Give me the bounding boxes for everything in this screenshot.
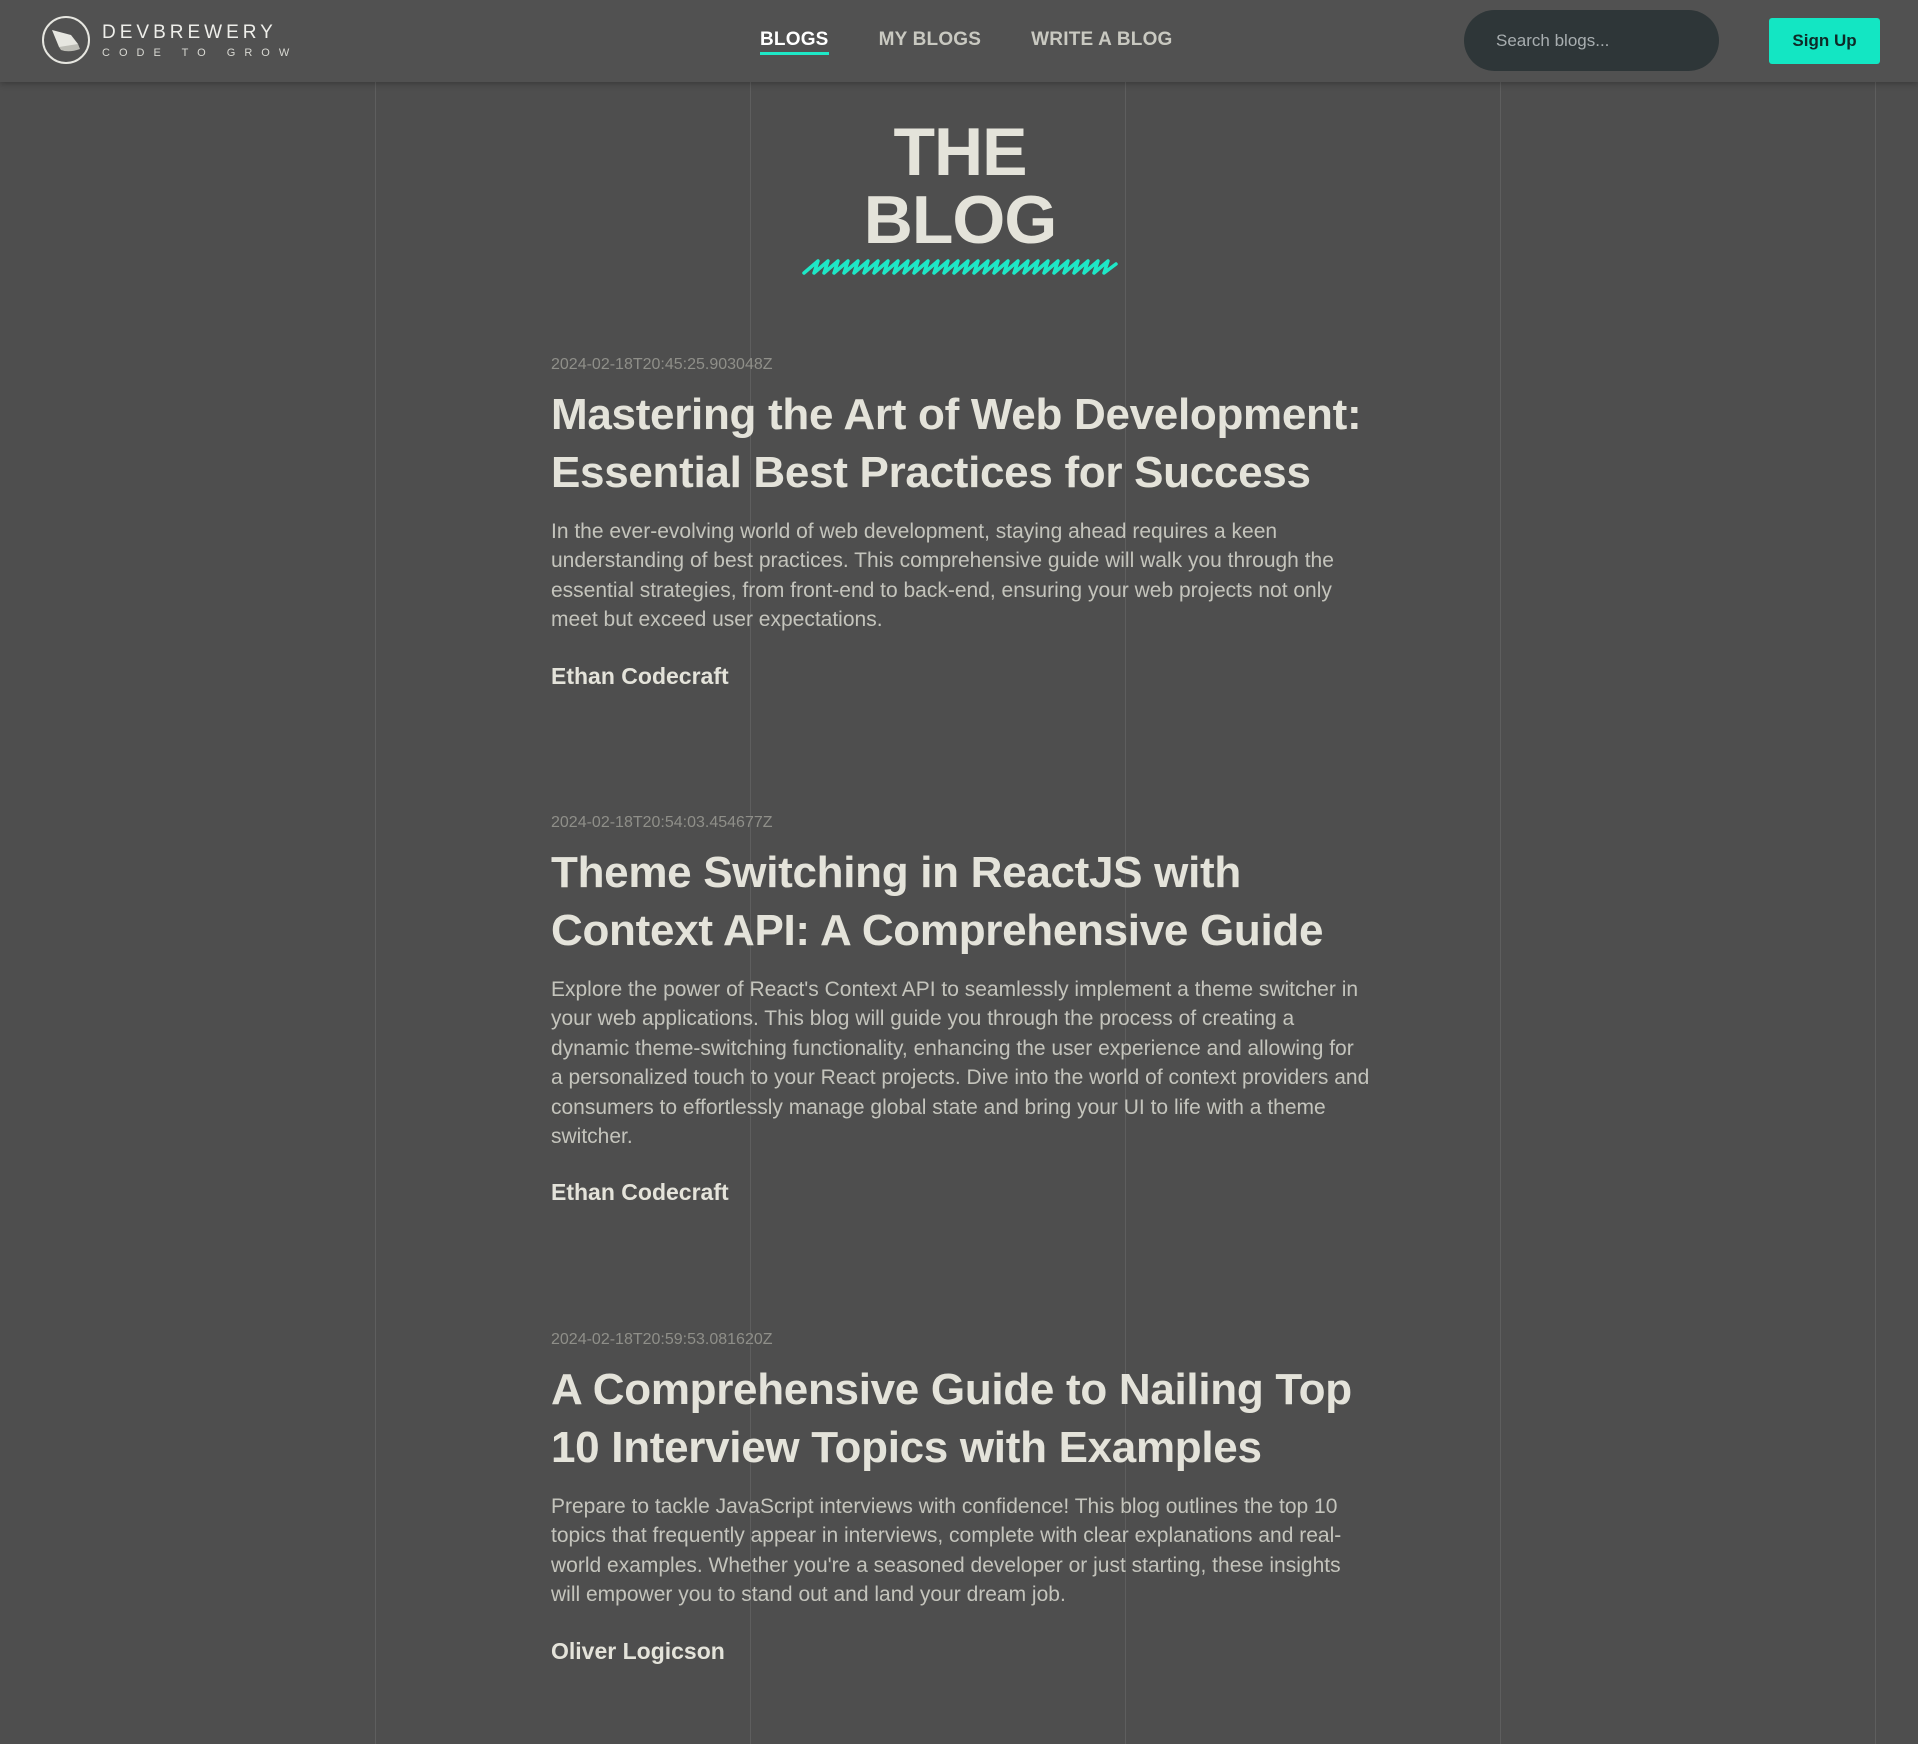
brand-logo[interactable]: DEVBREWERY CODE TO GROW: [42, 16, 298, 64]
post-author[interactable]: Oliver Logicson: [551, 1638, 1371, 1665]
post-author[interactable]: Ethan Codecraft: [551, 1179, 1371, 1206]
nav-write-blog-link[interactable]: WRITE A BLOG: [1031, 29, 1172, 55]
main-nav: BLOGS MY BLOGS WRITE A BLOG: [760, 29, 1173, 55]
post-title[interactable]: Mastering the Art of Web Development: Es…: [551, 386, 1371, 502]
main-content: THE BLOG 2024-02-18T20:45:25.903048Z Mas…: [0, 82, 1918, 1744]
title-squiggle-underline: [802, 259, 1118, 275]
page-title: THE BLOG: [863, 114, 1057, 258]
brand-name: DEVBREWERY: [102, 21, 277, 43]
post-author[interactable]: Ethan Codecraft: [551, 663, 1371, 690]
post-title[interactable]: Theme Switching in ReactJS with Context …: [551, 844, 1371, 960]
nav-blogs-link[interactable]: BLOGS: [760, 29, 829, 55]
brand-tagline: CODE TO GROW: [102, 46, 299, 59]
brewery-logo-icon: [42, 16, 90, 64]
blog-post-card[interactable]: 2024-02-18T20:59:53.081620Z A Comprehens…: [551, 1329, 1371, 1665]
post-title[interactable]: A Comprehensive Guide to Nailing Top 10 …: [551, 1361, 1371, 1477]
search-box: [1464, 10, 1719, 71]
page-header: THE BLOG: [802, 118, 1118, 278]
post-excerpt: In the ever-evolving world of web develo…: [551, 520, 1334, 632]
blog-post-card[interactable]: 2024-02-18T20:45:25.903048Z Mastering th…: [551, 354, 1371, 690]
nav-my-blogs-link[interactable]: MY BLOGS: [879, 29, 982, 55]
post-date: 2024-02-18T20:45:25.903048Z: [551, 356, 773, 373]
post-excerpt: Explore the power of React's Context API…: [551, 978, 1370, 1149]
post-excerpt: Prepare to tackle JavaScript interviews …: [551, 1495, 1342, 1607]
blog-post-card[interactable]: 2024-02-18T20:54:03.454677Z Theme Switch…: [551, 812, 1371, 1206]
top-navbar: DEVBREWERY CODE TO GROW BLOGS MY BLOGS W…: [0, 0, 1918, 82]
post-date: 2024-02-18T20:59:53.081620Z: [551, 1331, 773, 1348]
search-input[interactable]: [1496, 30, 1717, 51]
post-date: 2024-02-18T20:54:03.454677Z: [551, 814, 773, 831]
sign-up-button[interactable]: Sign Up: [1769, 18, 1880, 64]
